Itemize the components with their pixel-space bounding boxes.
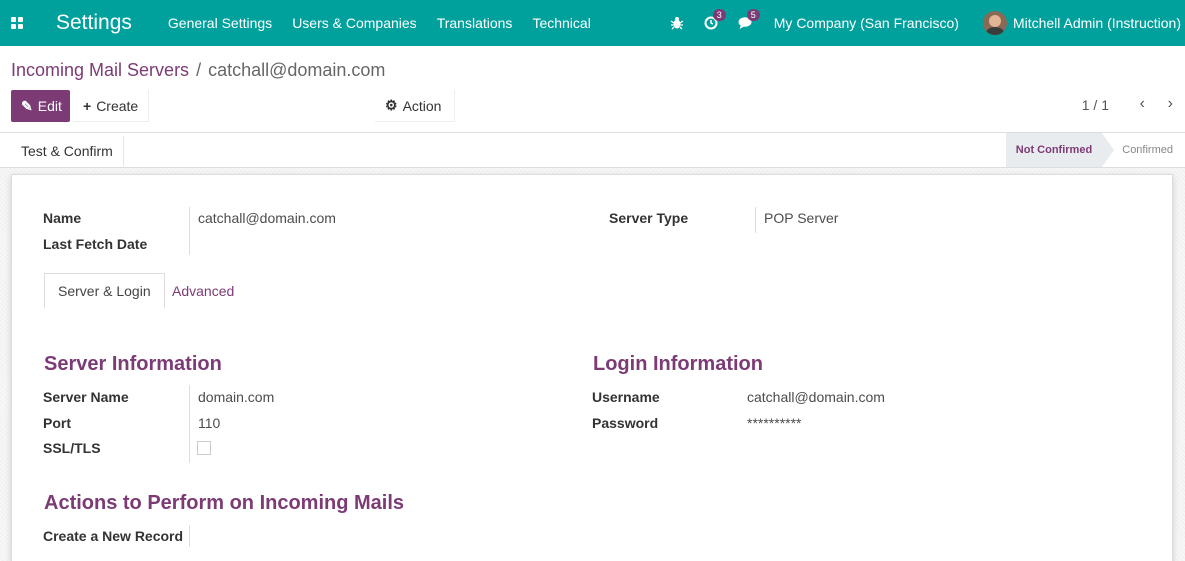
breadcrumb-separator: / xyxy=(196,60,202,80)
password-field[interactable]: ********** xyxy=(747,415,801,431)
login-information-title: Login Information xyxy=(593,353,763,375)
breadcrumb: Incoming Mail Servers / catchall@domain.co… xyxy=(11,60,385,81)
gear-icon: ⚙ xyxy=(385,97,398,113)
company-switcher[interactable]: My Company (San Francisco) xyxy=(774,15,959,31)
action-dropdown-button[interactable]: ⚙ Action xyxy=(375,90,455,122)
app-brand[interactable]: Settings xyxy=(56,11,132,35)
breadcrumb-parent-link[interactable]: Incoming Mail Servers xyxy=(11,60,189,80)
server-type-label: Server Type xyxy=(609,210,689,226)
name-field[interactable]: catchall@domain.com xyxy=(198,210,336,226)
name-label: Name xyxy=(43,210,82,226)
ssl-tls-checkbox[interactable] xyxy=(197,441,211,455)
user-menu[interactable]: Mitchell Admin (Instruction) xyxy=(1013,15,1181,31)
stage-confirmed[interactable]: Confirmed xyxy=(1122,133,1173,167)
field-separator xyxy=(189,525,190,547)
server-name-label: Server Name xyxy=(43,389,129,405)
menu-translations[interactable]: Translations xyxy=(437,15,513,31)
pager-value[interactable]: 1 / 1 xyxy=(1082,97,1109,113)
tab-server-login[interactable]: Server & Login xyxy=(44,273,165,309)
server-type-field[interactable]: POP Server xyxy=(764,210,838,226)
apps-menu-button[interactable] xyxy=(0,0,34,46)
username-field[interactable]: catchall@domain.com xyxy=(747,389,885,405)
stage-not-confirmed[interactable]: Not Confirmed xyxy=(1006,133,1114,167)
form-sheet: Name catchall@domain.com Last Fetch Date… xyxy=(11,174,1173,561)
actions-incoming-mails-title: Actions to Perform on Incoming Mails xyxy=(44,492,405,514)
create-button-label: Create xyxy=(96,97,139,114)
message-count-badge: 5 xyxy=(746,9,760,21)
test-confirm-button[interactable]: Test & Confirm xyxy=(11,136,124,166)
ssl-tls-label: SSL/TLS xyxy=(43,440,101,456)
last-fetch-date-label: Last Fetch Date xyxy=(43,236,148,252)
server-information-title: Server Information xyxy=(44,353,222,375)
activity-count-badge: 3 xyxy=(712,9,726,21)
pencil-icon: ✎ xyxy=(21,97,33,114)
edit-button[interactable]: ✎ Edit xyxy=(11,90,70,122)
tab-advanced[interactable]: Advanced xyxy=(172,273,234,309)
field-separator xyxy=(189,385,190,463)
menu-general-settings[interactable]: General Settings xyxy=(168,15,272,31)
pager-next-icon[interactable]: › xyxy=(1168,95,1173,113)
apps-grid-icon xyxy=(11,17,23,29)
pager-previous-icon[interactable]: ‹ xyxy=(1140,95,1145,113)
create-button[interactable]: + Create xyxy=(73,90,150,122)
menu-technical[interactable]: Technical xyxy=(532,15,590,31)
debug-bug-icon[interactable] xyxy=(670,16,684,30)
port-label: Port xyxy=(43,415,71,431)
status-bar: Test & Confirm Not Confirmed Confirmed xyxy=(0,132,1185,168)
field-separator xyxy=(755,207,756,233)
create-new-record-label: Create a New Record xyxy=(43,528,184,544)
messages-chat-icon[interactable]: 5 xyxy=(738,9,760,30)
activity-clock-icon[interactable]: 3 xyxy=(704,9,726,30)
breadcrumb-current: catchall@domain.com xyxy=(208,60,386,80)
username-label: Username xyxy=(592,389,660,405)
top-navbar: Settings General Settings Users & Compan… xyxy=(0,0,1185,46)
action-button-label: Action xyxy=(402,97,442,114)
navbar-systray: 3 5 My Company (San Francisco) Mitchell … xyxy=(670,0,1185,46)
server-name-field[interactable]: domain.com xyxy=(198,389,274,405)
password-label: Password xyxy=(592,415,659,431)
user-avatar[interactable] xyxy=(982,11,1007,35)
menu-users-companies[interactable]: Users & Companies xyxy=(292,15,417,31)
field-separator xyxy=(189,207,190,255)
edit-button-label: Edit xyxy=(37,98,62,114)
plus-icon: + xyxy=(83,97,92,114)
port-field[interactable]: 110 xyxy=(198,415,220,431)
